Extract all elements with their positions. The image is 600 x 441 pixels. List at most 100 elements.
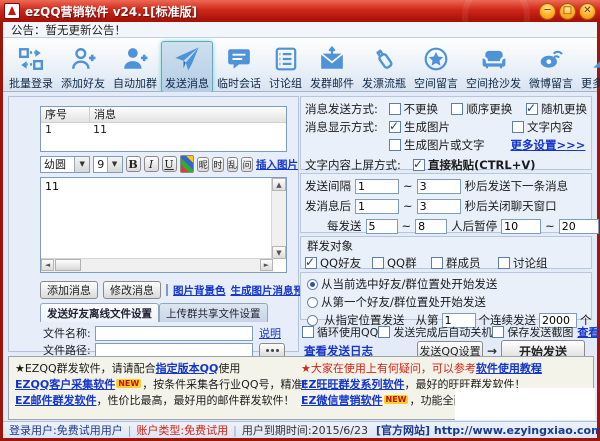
option-label: 讨论组 (513, 256, 548, 270)
official-site-link[interactable]: [官方网站] http://www.ezyingxiao.com (376, 422, 600, 438)
checkbox-group-members[interactable] (431, 257, 443, 269)
image-bg-color-link[interactable]: 图片背景色 (173, 283, 226, 298)
bold-button[interactable]: B (125, 156, 141, 172)
radio-from-first[interactable] (307, 296, 318, 308)
tilde: ~ (403, 199, 413, 213)
qq-version-link[interactable]: 指定版本QQ (156, 362, 219, 375)
minimize-button[interactable]: ─ (539, 2, 556, 20)
option-label: 顺序更换 (466, 102, 513, 116)
toolbar-temp-chat[interactable]: 临时会话 (213, 41, 265, 93)
message-editor[interactable]: 11 (42, 179, 270, 259)
new-badge: NEW (383, 395, 409, 404)
close-button[interactable]: ✕ (579, 2, 596, 20)
checkbox-sequential[interactable] (451, 103, 464, 115)
insert-greet-button[interactable]: 问 (241, 156, 253, 172)
font-color-button[interactable] (179, 155, 195, 173)
scroll-up-icon[interactable]: ▲ (272, 178, 286, 191)
tutorial-link[interactable]: 软件使用教程 (476, 362, 542, 375)
checkbox-image-or-text[interactable] (389, 139, 401, 151)
message-list-row[interactable]: 1 11 (41, 123, 286, 137)
pause-sec-max-input[interactable] (558, 218, 599, 234)
checkbox-qq-friends[interactable] (305, 255, 317, 269)
toolbar-send-message[interactable]: 发送消息 (161, 41, 213, 93)
file-name-input[interactable] (95, 325, 253, 341)
insert-nick-button[interactable]: 昵 (197, 156, 210, 172)
promo-line-1-left: ★EZQQ群发软件，请请配合指定版本QQ使用 (15, 360, 240, 376)
checkbox-no-change[interactable] (388, 103, 401, 115)
checkbox-generate-image[interactable] (389, 119, 401, 133)
pause-sec-min-input[interactable] (501, 218, 542, 234)
insert-image-link[interactable]: 插入图片 (256, 157, 298, 172)
checkbox-auto-shutdown[interactable] (378, 326, 391, 338)
checkbox-text-content[interactable] (512, 121, 524, 133)
close-min-input[interactable] (355, 198, 399, 214)
promo-line-3-left: EZ邮件群发软件，性价比最高，最好用的邮件群发软件！ (15, 392, 295, 408)
toolbar-drift-bottle[interactable]: 发漂流瓶 (358, 41, 410, 93)
toolbar-discussion-group[interactable]: 讨论组 (265, 41, 306, 93)
font-family-select[interactable]: 幼圆 ▼ (40, 155, 91, 173)
qq-collector-link[interactable]: EZQQ客户采集软件 (15, 378, 115, 391)
tab-group-share[interactable]: 上传群共享文件设置 (159, 303, 268, 322)
interval-suffix: 秒后发送下一条消息 (464, 179, 569, 193)
option-label: QQ群 (387, 256, 417, 270)
scroll-thumb[interactable] (55, 259, 81, 271)
checkbox-qq-groups[interactable] (372, 257, 384, 269)
insert-time-button[interactable]: 时 (212, 156, 224, 172)
checkbox-random[interactable] (526, 101, 538, 115)
toolbar-label: 发漂流瓶 (362, 77, 406, 90)
add-message-button[interactable]: 添加消息 (40, 281, 98, 299)
checkbox-discussion-groups[interactable] (498, 257, 510, 269)
email-sender-link[interactable]: EZ邮件群发软件 (15, 394, 97, 407)
checkbox-recycle-qq[interactable] (302, 326, 314, 338)
chevron-down-icon[interactable]: ▼ (74, 156, 90, 172)
toolbar-weibo-message[interactable]: 微博留言 (525, 41, 577, 93)
more-settings-link[interactable]: 更多设置>>> (511, 137, 586, 153)
tab-offline-file[interactable]: 发送好友离线文件设置 (40, 303, 159, 322)
toolbar-auto-join-group[interactable]: 自动加群 (109, 41, 161, 93)
toolbar-label: 添加好友 (61, 77, 105, 90)
interval-min-input[interactable] (355, 178, 399, 194)
promo-text: 使用 (218, 362, 241, 375)
maximize-button[interactable]: □ (559, 2, 576, 20)
underline-button[interactable]: U (161, 156, 177, 172)
wechat-link[interactable]: EZ微信营销软件 (301, 394, 383, 407)
editor-hscrollbar[interactable]: ◄ ► (41, 258, 273, 272)
wangwang-link[interactable]: EZ旺旺群发系列软件 (301, 378, 405, 391)
toolbar-more-settings[interactable]: 更多设置 (577, 41, 600, 93)
checkbox-save-screenshot[interactable] (492, 326, 505, 338)
italic-button[interactable]: I (143, 156, 159, 172)
tilde: ~ (545, 219, 555, 233)
toolbar-group-mail[interactable]: 发群邮件 (306, 41, 358, 93)
toolbar-label: 讨论组 (269, 77, 302, 90)
scroll-left-icon[interactable]: ◄ (41, 259, 54, 271)
bg-color-swatch[interactable] (166, 284, 168, 296)
editor-vscrollbar[interactable]: ▲ ▼ (271, 178, 286, 259)
pause-n2-input[interactable] (415, 218, 448, 234)
close-max-input[interactable] (416, 198, 461, 214)
promo-text: ，性价比最高，最好用的邮件群发软件！ (96, 394, 295, 407)
toolbar-qzone-message[interactable]: 空间留言 (410, 41, 462, 93)
file-name-label: 文件名称: (43, 327, 91, 340)
font-size-select[interactable]: 9 ▼ (93, 155, 123, 173)
pause-n1-input[interactable] (365, 218, 398, 234)
scroll-down-icon[interactable]: ▼ (272, 246, 286, 259)
interval-max-input[interactable] (416, 178, 461, 194)
toolbar-label: 发送消息 (165, 77, 209, 90)
message-actions: 添加消息 修改消息 图片背景色 生成图片消息预览 (40, 281, 315, 299)
toolbar-add-friend[interactable]: 添加好友 (57, 41, 109, 93)
file-help-link[interactable]: 说明 (259, 325, 281, 341)
radio-from-current[interactable] (307, 278, 318, 290)
toolbar-qzone-sofa[interactable]: 空间抢沙发 (462, 41, 525, 93)
modify-message-button[interactable]: 修改消息 (103, 281, 161, 299)
message-list[interactable]: 序号 消息 1 11 (40, 106, 287, 152)
option-label: 文字内容 (527, 120, 573, 134)
scroll-right-icon[interactable]: ► (260, 259, 273, 271)
checkbox-paste[interactable] (413, 157, 425, 171)
qzone-sofa-icon (481, 44, 507, 74)
chevron-down-icon[interactable]: ▼ (106, 156, 122, 172)
insert-random-button[interactable]: 乱 (226, 156, 239, 172)
batch-login-icon (18, 44, 44, 74)
toolbar-batch-login[interactable]: 批量登录 (5, 41, 57, 93)
separator: | (127, 423, 132, 437)
view-screenshot-link[interactable]: 查看 (577, 324, 599, 340)
